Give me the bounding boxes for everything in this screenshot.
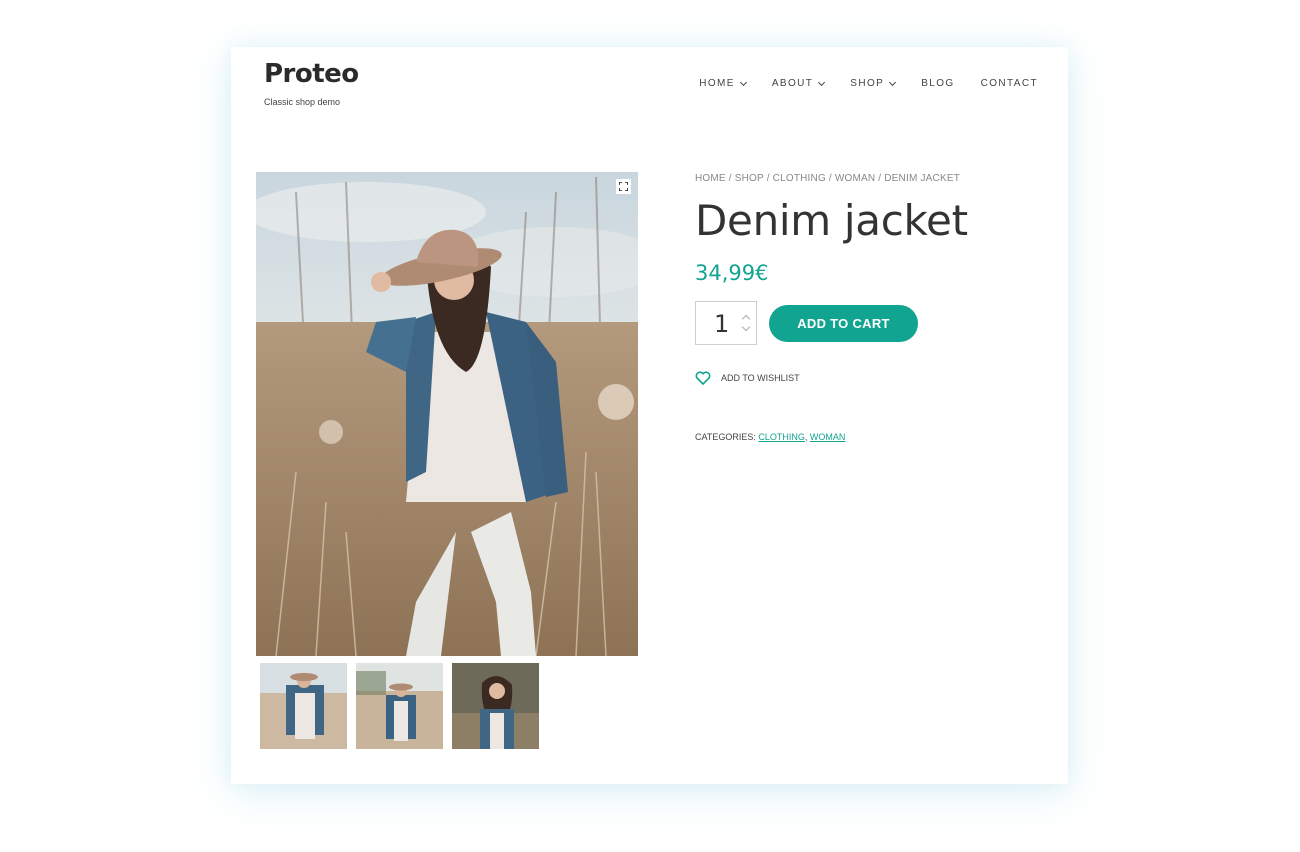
categories-label: CATEGORIES: (695, 432, 756, 442)
chevron-down-icon (818, 78, 826, 86)
chevron-down-icon (889, 78, 897, 86)
shop-page: Proteo Classic shop demo HOME ABOUT SHOP… (231, 47, 1068, 784)
nav-home-label: HOME (699, 78, 735, 89)
site-tagline: Classic shop demo (264, 97, 341, 107)
quantity-value[interactable]: 1 (714, 310, 729, 338)
quantity-decrease-icon[interactable] (741, 322, 751, 332)
nav-about[interactable]: ABOUT (771, 78, 826, 89)
product-summary: HOME / SHOP / CLOTHING / WOMAN / DENIM J… (695, 173, 1035, 442)
expand-icon[interactable] (616, 179, 631, 194)
product-main-image[interactable] (256, 172, 638, 656)
add-to-cart-button[interactable]: ADD TO CART (769, 304, 918, 342)
nav-blog-label: BLOG (921, 78, 955, 89)
breadcrumb: HOME / SHOP / CLOTHING / WOMAN / DENIM J… (695, 173, 961, 184)
wishlist-label: ADD TO WISHLIST (721, 373, 800, 383)
breadcrumb-shop[interactable]: SHOP (735, 173, 764, 184)
nav-contact-label: CONTACT (980, 78, 1038, 89)
category-link-woman[interactable]: WOMAN (810, 432, 846, 442)
nav-about-label: ABOUT (771, 78, 814, 89)
nav-shop[interactable]: SHOP (850, 78, 897, 89)
chevron-down-icon (739, 78, 747, 86)
breadcrumb-clothing[interactable]: CLOTHING (773, 173, 826, 184)
main-nav: HOME ABOUT SHOP BLOG CONTACT (699, 78, 1038, 89)
nav-blog[interactable]: BLOG (921, 78, 954, 89)
nav-home[interactable]: HOME (699, 78, 747, 89)
thumbnail-strip (260, 663, 539, 749)
breadcrumb-woman[interactable]: WOMAN (835, 173, 875, 184)
site-logo[interactable]: Proteo (264, 59, 359, 89)
product-title: Denim jacket (695, 196, 968, 245)
gallery-thumbnail-3[interactable] (452, 663, 539, 749)
nav-shop-label: SHOP (850, 78, 885, 89)
product-price: 34,99€ (695, 261, 769, 285)
category-link-clothing[interactable]: CLOTHING (758, 432, 805, 442)
product-categories: CATEGORIES: CLOTHING, WOMAN (695, 432, 846, 442)
heart-icon (695, 371, 711, 385)
product-photo (256, 172, 638, 656)
breadcrumb-current: DENIM JACKET (884, 173, 961, 184)
breadcrumb-home[interactable]: HOME (695, 173, 726, 184)
add-to-cart-form: 1 ADD TO CART (695, 301, 1035, 345)
gallery-thumbnail-1[interactable] (260, 663, 347, 749)
quantity-stepper[interactable]: 1 (695, 301, 757, 345)
brand: Proteo Classic shop demo (264, 59, 359, 107)
nav-contact[interactable]: CONTACT (981, 78, 1038, 89)
add-to-wishlist-link[interactable]: ADD TO WISHLIST (695, 371, 1035, 385)
gallery-thumbnail-2[interactable] (356, 663, 443, 749)
